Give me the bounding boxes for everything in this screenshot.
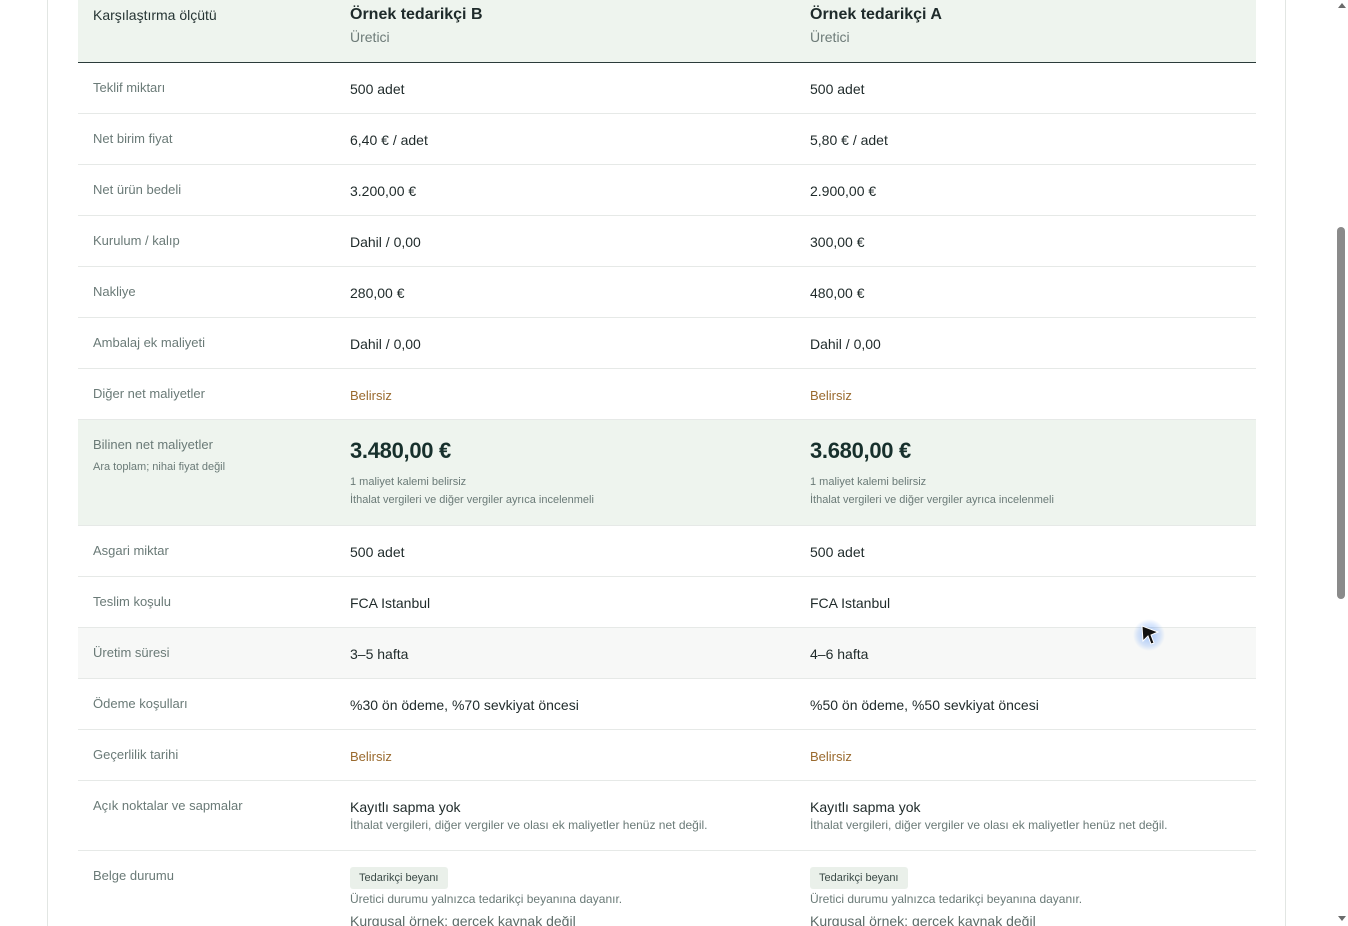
known-net-costs-row: Bilinen net maliyetler Ara toplam; nihai… [78,420,1256,526]
page: Karşılaştırma ölçütü Örnek tedarikçi B Ü… [0,0,1348,926]
row-label: Geçerlilik tarihi [93,747,179,762]
supplier-a-value: 500 adet [810,544,865,560]
row-label: Teklif miktarı [93,80,166,95]
open-points-row: Açık noktalar ve sapmalar Kayıtlı sapma … [78,781,1256,851]
criterion-header: Karşılaştırma ölçütü [93,7,217,23]
supplier-a-total: 3.680,00 € [810,438,911,463]
row-label: Nakliye [93,284,136,299]
supplier-b-deviation-note: İthalat vergileri, diğer vergiler ve ola… [350,818,708,832]
supplier-a-value: 5,80 € / adet [810,132,888,148]
supplier-b-value: 500 adet [350,544,405,560]
table-row: Geçerlilik tarihi Belirsiz Belirsiz [78,730,1256,781]
table-header-row: Karşılaştırma ölçütü Örnek tedarikçi B Ü… [78,0,1256,63]
supplier-b-type: Üretici [350,29,390,45]
scroll-up-arrow-icon[interactable] [1338,3,1346,8]
table-row: Diğer net maliyetler Belirsiz Belirsiz [78,369,1256,420]
supplier-a-value: 480,00 € [810,285,865,301]
table-row: Net birim fiyat 6,40 € / adet 5,80 € / a… [78,114,1256,165]
table-row-hovered: Üretim süresi 3–5 hafta 4–6 hafta [78,628,1256,679]
row-label: Belge durumu [93,868,174,883]
mouse-pointer-icon [1133,619,1165,651]
row-label: Açık noktalar ve sapmalar [93,798,243,813]
supplier-b-value: 3.200,00 € [350,183,417,199]
supplier-b-value: 500 adet [350,81,405,97]
row-label: Asgari miktar [93,543,169,558]
total-label: Bilinen net maliyetler [93,437,213,452]
table-row: Teslim koşulu FCA Istanbul FCA Istanbul [78,577,1256,628]
row-label: Kurulum / kalıp [93,233,180,248]
supplier-b-value: Dahil / 0,00 [350,234,421,250]
supplier-a-value: 4–6 hafta [810,646,869,662]
supplier-a-status-badge: Tedarikçi beyanı [810,867,908,889]
table-row: Ambalaj ek maliyeti Dahil / 0,00 Dahil /… [78,318,1256,369]
row-label: Diğer net maliyetler [93,386,205,401]
supplier-b-name: Örnek tedarikçi B [350,6,483,23]
supplier-b-document-note: Üretici durumu yalnızca tedarikçi beyanı… [350,892,623,906]
supplier-a-value: 500 adet [810,81,865,97]
supplier-a-document-note: Üretici durumu yalnızca tedarikçi beyanı… [810,892,1083,906]
supplier-a-value: Dahil / 0,00 [810,336,881,352]
supplier-b-deviation: Kayıtlı sapma yok [350,799,461,815]
supplier-b-fictional-note: Kurgusal örnek; gerçek kaynak değil [350,913,576,926]
comparison-card: Karşılaştırma ölçütü Örnek tedarikçi B Ü… [47,0,1286,926]
supplier-b-value: 3–5 hafta [350,646,409,662]
supplier-a-type: Üretici [810,29,850,45]
row-label: Net ürün bedeli [93,182,182,197]
supplier-a-deviation: Kayıtlı sapma yok [810,799,921,815]
document-status-row: Belge durumu Tedarikçi beyanı Üretici du… [78,851,1256,926]
supplier-b-unknown-value: Belirsiz [350,388,392,403]
supplier-b-total: 3.480,00 € [350,438,451,463]
supplier-a-fictional-note: Kurgusal örnek; gerçek kaynak değil [810,913,1036,926]
supplier-b-status-badge: Tedarikçi beyanı [350,867,448,889]
row-label: Ödeme koşulları [93,696,188,711]
comparison-table: Karşılaştırma ölçütü Örnek tedarikçi B Ü… [78,0,1256,926]
supplier-a-unknown-value: Belirsiz [810,749,852,764]
supplier-a-uncertain-note: 1 maliyet kalemi belirsiz [810,476,927,488]
table-row: Nakliye 280,00 € 480,00 € [78,267,1256,318]
supplier-a-value: FCA Istanbul [810,595,891,611]
supplier-b-value: FCA Istanbul [350,595,431,611]
table-row: Ödeme koşulları %30 ön ödeme, %70 sevkiy… [78,679,1256,730]
supplier-a-tax-note: İthalat vergileri ve diğer vergiler ayrı… [810,494,1054,506]
total-sublabel: Ara toplam; nihai fiyat değil [93,461,226,473]
table-row: Teklif miktarı 500 adet 500 adet [78,63,1256,114]
table-row: Kurulum / kalıp Dahil / 0,00 300,00 € [78,216,1256,267]
supplier-a-deviation-note: İthalat vergileri, diğer vergiler ve ola… [810,818,1168,832]
supplier-b-value: %30 ön ödeme, %70 sevkiyat öncesi [350,697,579,713]
table-row: Asgari miktar 500 adet 500 adet [78,526,1256,577]
scrollbar-thumb[interactable] [1337,227,1345,599]
supplier-a-unknown-value: Belirsiz [810,388,852,403]
supplier-b-value: 6,40 € / adet [350,132,428,148]
supplier-a-value: %50 ön ödeme, %50 sevkiyat öncesi [810,697,1039,713]
supplier-b-uncertain-note: 1 maliyet kalemi belirsiz [350,476,467,488]
row-label: Ambalaj ek maliyeti [93,335,205,350]
row-label: Net birim fiyat [93,131,173,146]
supplier-a-value: 300,00 € [810,234,865,250]
supplier-b-value: 280,00 € [350,285,405,301]
table-row: Net ürün bedeli 3.200,00 € 2.900,00 € [78,165,1256,216]
supplier-a-value: 2.900,00 € [810,183,877,199]
row-label: Üretim süresi [93,645,170,660]
supplier-b-unknown-value: Belirsiz [350,749,392,764]
scroll-down-arrow-icon[interactable] [1338,916,1346,921]
supplier-b-tax-note: İthalat vergileri ve diğer vergiler ayrı… [350,494,594,506]
supplier-a-name: Örnek tedarikçi A [810,6,942,23]
vertical-scrollbar[interactable] [1334,0,1348,926]
row-label: Teslim koşulu [93,594,172,609]
supplier-b-value: Dahil / 0,00 [350,336,421,352]
